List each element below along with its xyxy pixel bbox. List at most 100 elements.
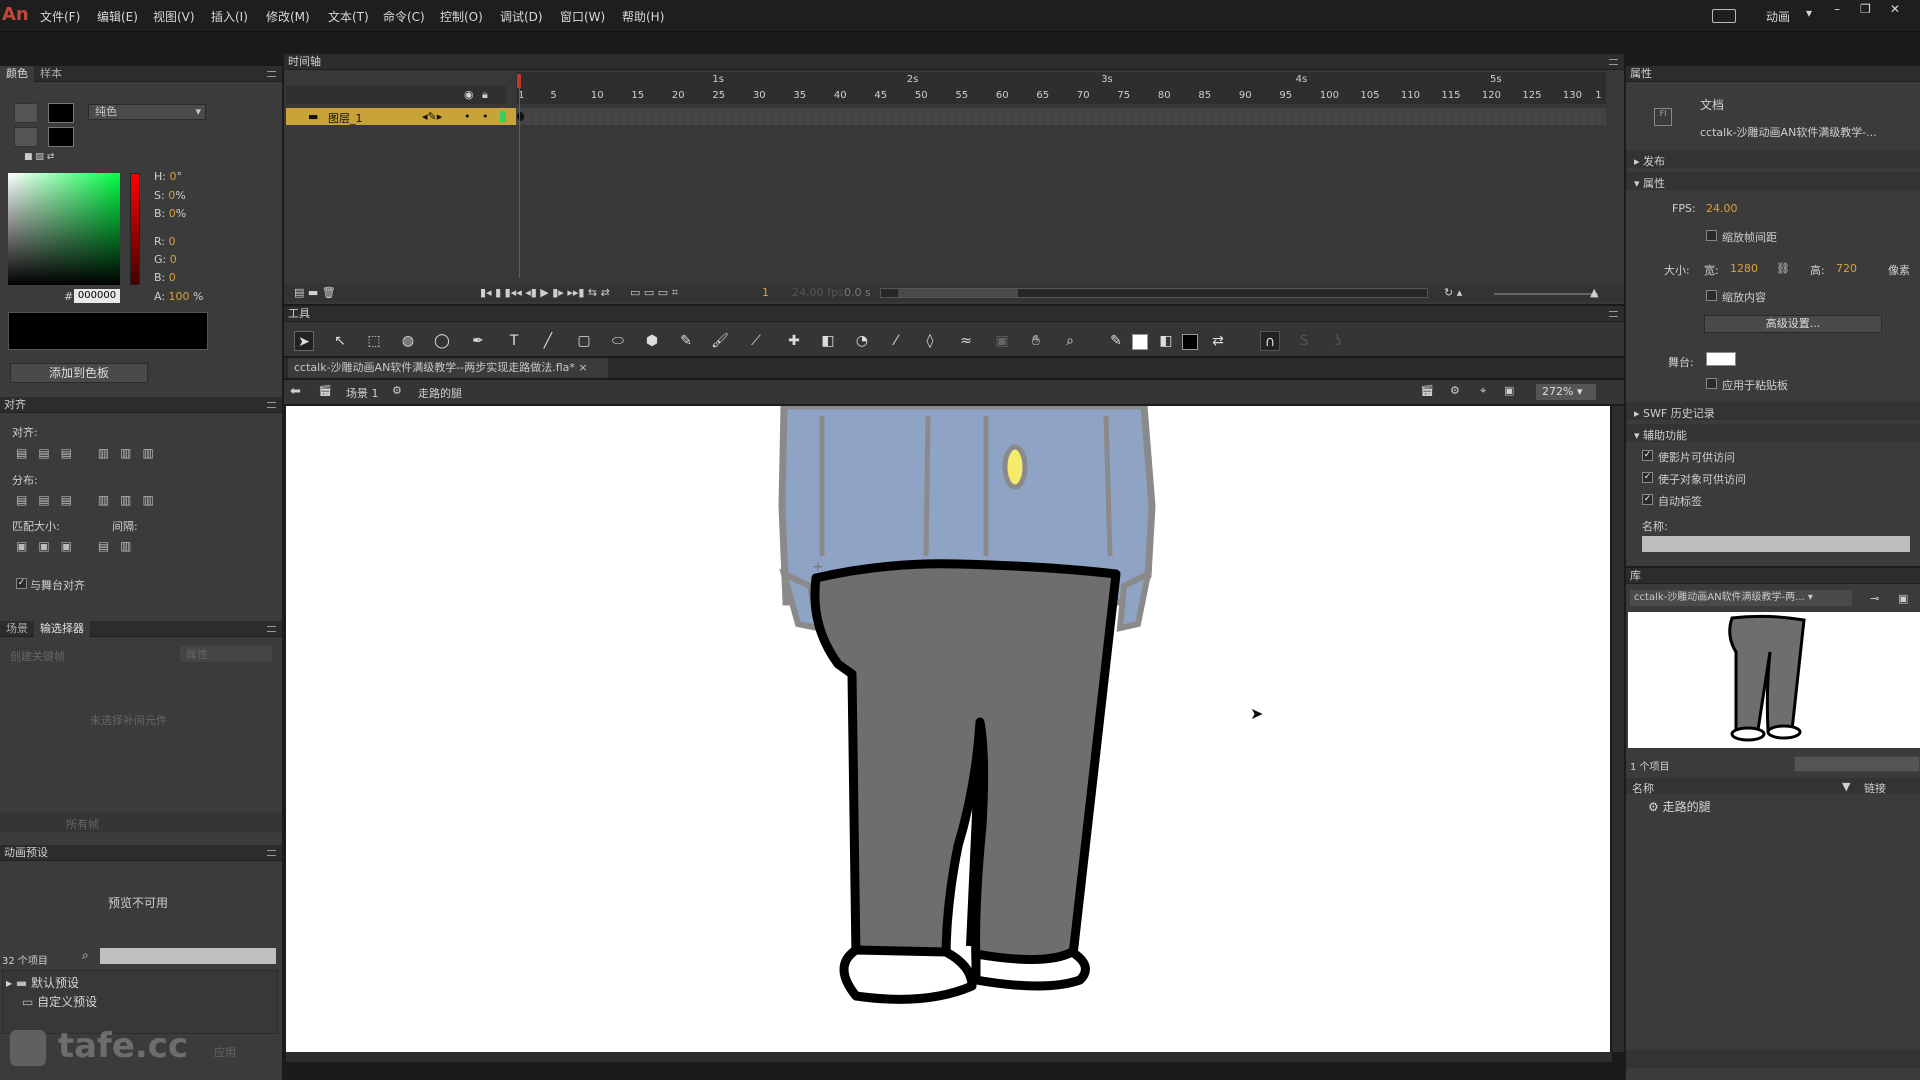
fill-swatch[interactable] bbox=[1182, 334, 1198, 350]
presets-search-input[interactable] bbox=[100, 948, 276, 964]
lock-icon[interactable]: 🔒︎ bbox=[482, 88, 488, 102]
pin-icon[interactable]: ⊸ bbox=[1870, 592, 1879, 605]
library-item[interactable]: ⚙︎ 走路的腿 bbox=[1648, 798, 1711, 815]
panel-menu-icon[interactable] bbox=[267, 626, 276, 632]
advanced-settings-button[interactable]: 高级设置... bbox=[1704, 315, 1882, 333]
stroke-swatch[interactable] bbox=[1132, 334, 1148, 350]
ink-bottle-tool-icon[interactable]: ◔ bbox=[852, 331, 872, 351]
color-picker-field[interactable] bbox=[8, 173, 120, 285]
panel-menu-icon[interactable] bbox=[1609, 59, 1618, 65]
preset-folder-custom[interactable]: ▭ 自定义预设 bbox=[22, 993, 97, 1010]
center-stage-icon[interactable]: ⌖ bbox=[1480, 384, 1486, 398]
restore-icon[interactable]: ❐ bbox=[1860, 2, 1871, 16]
mountain-icon[interactable]: ▲ bbox=[1590, 286, 1598, 299]
column-name[interactable]: 名称 bbox=[1632, 780, 1654, 796]
stroke-color-swatch[interactable] bbox=[48, 103, 74, 123]
timeline-ruler[interactable]: 1 5 10 15 20 25 30 35 40 45 50 55 60 65 70 75 80 85 90 95 10… bbox=[516, 72, 1606, 104]
character-drawing[interactable]: + bbox=[286, 406, 1610, 1052]
motion-property-select[interactable]: 属性 bbox=[180, 646, 272, 662]
stage-vscrollbar[interactable] bbox=[1612, 406, 1624, 1052]
tab-color[interactable]: 颜色 bbox=[0, 66, 34, 82]
subselection-tool-icon[interactable]: ↖ bbox=[330, 331, 350, 351]
layer-visible-dot[interactable]: • bbox=[464, 110, 471, 123]
tab-scene[interactable]: 场景 bbox=[0, 621, 34, 637]
hex-input[interactable]: 000000 bbox=[74, 289, 120, 303]
text-tool-icon[interactable]: T bbox=[504, 331, 524, 351]
eraser-tool-icon[interactable]: ◊ bbox=[920, 331, 940, 351]
straighten-icon[interactable]: ʖ bbox=[1328, 331, 1348, 351]
column-linkage[interactable]: 链接 bbox=[1864, 780, 1886, 796]
menu-commands[interactable]: 命令(C) bbox=[383, 8, 425, 25]
bone-tool-icon[interactable]: ✚ bbox=[784, 331, 804, 351]
free-transform-tool-icon[interactable]: ⬚ bbox=[364, 331, 384, 351]
link-icon[interactable]: ⛓︎ bbox=[1776, 262, 1790, 275]
new-library-icon[interactable]: ▣ bbox=[1898, 592, 1908, 605]
library-search-input[interactable] bbox=[1794, 756, 1920, 772]
auto-label-checkbox[interactable]: ✓ bbox=[1642, 494, 1653, 505]
menu-view[interactable]: 视图(V) bbox=[153, 8, 195, 25]
loop-icon[interactable]: ↻ ▴ bbox=[1444, 286, 1462, 299]
symbol-breadcrumb[interactable]: 走路的腿 bbox=[418, 385, 462, 401]
back-arrow-icon[interactable]: ⬅ bbox=[290, 384, 301, 399]
layer-color-box[interactable] bbox=[500, 111, 506, 122]
add-to-swatches-button[interactable]: 添加到色板 bbox=[10, 363, 148, 383]
access-child-checkbox[interactable]: ✓ bbox=[1642, 472, 1653, 483]
preset-folder-default[interactable]: ▸ ▬ 默认预设 bbox=[6, 974, 79, 991]
menu-modify[interactable]: 修改(M) bbox=[266, 8, 310, 25]
section-publish[interactable]: ▸ 发布 bbox=[1626, 150, 1920, 168]
timeline-zoom-slider[interactable] bbox=[1494, 293, 1598, 295]
hand-tool-icon[interactable]: ✋︎ bbox=[1026, 331, 1046, 351]
library-document-select[interactable]: cctalk-沙雕动画AN软件满级教学-两... ▾ bbox=[1630, 590, 1852, 606]
height-value[interactable]: 720 bbox=[1836, 262, 1857, 275]
menu-debug[interactable]: 调试(D) bbox=[500, 8, 543, 25]
onion-skin-icons[interactable]: ▭ ▭ ▭ ⌗ bbox=[630, 286, 678, 300]
menu-file[interactable]: 文件(F) bbox=[40, 8, 80, 25]
new-layer-icon[interactable]: ▤ ▬ 🗑︎ bbox=[294, 286, 336, 299]
selection-tool-icon[interactable]: ➤ bbox=[294, 331, 314, 351]
eye-icon[interactable]: ◉ bbox=[464, 88, 474, 101]
swap-colors-tool-icon[interactable]: ⇄ bbox=[1208, 331, 1228, 351]
tab-motion[interactable]: 输选择器 bbox=[34, 621, 90, 637]
zoom-select[interactable]: 272% ▾ bbox=[1536, 384, 1596, 400]
scale-content-checkbox[interactable] bbox=[1706, 290, 1717, 301]
sort-icon[interactable]: ▼ bbox=[1842, 780, 1850, 793]
distribute-buttons[interactable]: ▤▤▤ ▥▥▥ bbox=[16, 493, 186, 507]
menu-control[interactable]: 控制(O) bbox=[440, 8, 483, 25]
align-buttons[interactable]: ▤▤▤ ▥▥▥ bbox=[16, 446, 186, 460]
scale-spacing-checkbox[interactable] bbox=[1706, 230, 1717, 241]
menu-insert[interactable]: 插入(I) bbox=[211, 8, 248, 25]
layer-name[interactable]: 图层_1 bbox=[328, 110, 363, 126]
polystar-tool-icon[interactable]: ⬢ bbox=[642, 331, 662, 351]
width-tool-icon[interactable]: ≈ bbox=[956, 331, 976, 351]
section-swf-history[interactable]: ▸ SWF 历史记录 bbox=[1626, 402, 1920, 420]
stroke-color-tool-icon[interactable]: ✎ bbox=[1106, 331, 1126, 351]
lasso-tool-icon[interactable]: ◯ bbox=[432, 331, 452, 351]
section-properties[interactable]: ▾ 属性 bbox=[1626, 172, 1920, 190]
panel-menu-icon[interactable] bbox=[267, 850, 276, 856]
camera-tool-icon[interactable]: ▣ bbox=[992, 331, 1012, 351]
smooth-icon[interactable]: S bbox=[1294, 331, 1314, 351]
pencil-tool-icon[interactable]: ✎ bbox=[676, 331, 696, 351]
layer-row[interactable]: ▬ 图层_1 ◂✎▸ • • bbox=[286, 108, 516, 125]
fill-color-icon[interactable] bbox=[14, 127, 38, 147]
line-tool-icon[interactable]: ╱ bbox=[538, 331, 558, 351]
stroke-color-icon[interactable] bbox=[14, 103, 38, 123]
edit-symbol-icon[interactable]: ⚙︎ bbox=[1450, 384, 1460, 397]
pen-tool-icon[interactable]: ✒ bbox=[468, 331, 488, 351]
access-movie-checkbox[interactable]: ✓ bbox=[1642, 450, 1653, 461]
menu-window[interactable]: 窗口(W) bbox=[560, 8, 605, 25]
close-icon[interactable]: ✕ bbox=[1890, 2, 1900, 16]
3d-rotation-tool-icon[interactable]: ◍ bbox=[398, 331, 418, 351]
sync-icon[interactable] bbox=[1712, 9, 1736, 23]
apply-pasteboard-checkbox[interactable] bbox=[1706, 378, 1717, 389]
align-to-stage-checkbox[interactable]: ✓ bbox=[16, 578, 27, 589]
menu-text[interactable]: 文本(T) bbox=[328, 8, 369, 25]
eyedropper-tool-icon[interactable]: ⁄ bbox=[886, 331, 906, 351]
playback-controls[interactable]: ▮◂ ▮ ▮◂◂ ◂▮ ▶ ▮▸ ▸▸▮ ⇆ ⇄ bbox=[480, 286, 610, 299]
frames-select[interactable]: 所有帧 bbox=[66, 816, 99, 832]
panel-menu-icon[interactable] bbox=[267, 402, 276, 408]
fill-color-tool-icon[interactable]: ◧ bbox=[1156, 331, 1176, 351]
panel-menu-icon[interactable] bbox=[267, 71, 276, 77]
stage-color-swatch[interactable] bbox=[1706, 352, 1736, 366]
layer-lock-dot[interactable]: • bbox=[482, 110, 489, 123]
